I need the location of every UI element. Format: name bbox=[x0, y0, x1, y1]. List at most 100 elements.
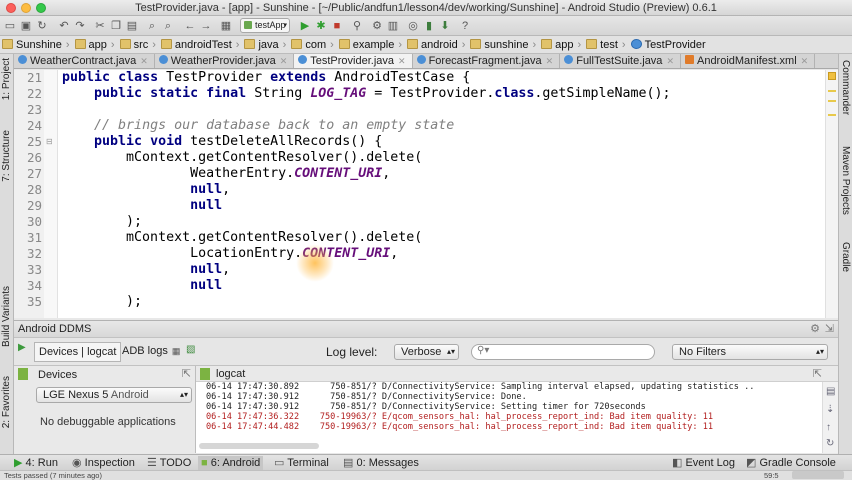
java-class-icon bbox=[158, 55, 168, 64]
close-window-button[interactable] bbox=[6, 3, 16, 13]
stop-icon[interactable]: ■ bbox=[330, 19, 344, 33]
tool-commander[interactable]: Commander bbox=[840, 60, 851, 115]
find-icon[interactable]: ⌕ bbox=[145, 19, 159, 33]
tool-inspection[interactable]: ◉ Inspection bbox=[72, 456, 135, 470]
sync-icon[interactable]: ↻ bbox=[35, 19, 49, 33]
save-icon[interactable]: ▣ bbox=[19, 19, 33, 33]
paste-icon[interactable]: ▤ bbox=[125, 19, 139, 33]
tool-structure[interactable]: 7: Structure bbox=[1, 130, 12, 182]
tab-full-test-suite[interactable]: FullTestSuite.java ✕ bbox=[560, 54, 681, 68]
tool-todo[interactable]: ☰ TODO bbox=[147, 456, 191, 470]
settings-icon[interactable]: ⚙ bbox=[370, 19, 384, 33]
close-icon[interactable]: ✕ bbox=[140, 56, 148, 66]
fold-marker-icon[interactable]: ⊟ bbox=[46, 137, 53, 146]
screen-capture-icon[interactable]: ▧ bbox=[186, 344, 195, 355]
trash-icon[interactable]: ▤ bbox=[826, 386, 835, 397]
cut-icon[interactable]: ✂ bbox=[93, 19, 107, 33]
breadcrumb-item[interactable]: android › bbox=[405, 36, 468, 53]
breadcrumb-item[interactable]: test › bbox=[584, 36, 628, 53]
breadcrumb-item[interactable]: example › bbox=[337, 36, 405, 53]
breadcrumb-item[interactable]: src › bbox=[118, 36, 159, 53]
tool-gradle[interactable]: Gradle bbox=[840, 242, 851, 272]
tool-maven-projects[interactable]: Maven Projects bbox=[840, 146, 851, 215]
scroll-to-end-icon[interactable]: ⇣ bbox=[826, 404, 834, 415]
minimize-window-button[interactable] bbox=[21, 3, 31, 13]
tool-build-variants[interactable]: Build Variants bbox=[1, 286, 12, 347]
sync-gradle-icon[interactable]: ◎ bbox=[406, 19, 420, 33]
tab-android-manifest[interactable]: AndroidManifest.xml ✕ bbox=[681, 54, 816, 68]
tab-weather-provider[interactable]: WeatherProvider.java ✕ bbox=[155, 54, 295, 68]
make-project-icon[interactable]: ▦ bbox=[219, 19, 233, 33]
attach-debugger-icon[interactable]: ⚲ bbox=[350, 19, 364, 33]
device-select[interactable]: LGE Nexus 5 Android ▴▾ bbox=[36, 387, 192, 403]
tool-run[interactable]: ▶ 4: Run bbox=[14, 456, 58, 470]
log-level-select[interactable]: Verbose ▴▾ bbox=[394, 344, 459, 360]
run-icon[interactable]: ▶ bbox=[298, 19, 312, 33]
tool-event-log[interactable]: ◧ Event Log bbox=[672, 456, 735, 470]
close-icon[interactable]: ✕ bbox=[801, 56, 809, 66]
close-icon[interactable]: ✕ bbox=[546, 56, 554, 66]
tab-devices-logcat[interactable]: Devices | logcat bbox=[34, 342, 122, 362]
open-folder-icon[interactable]: ▭ bbox=[3, 19, 17, 33]
editor-scrollbar[interactable] bbox=[825, 70, 838, 318]
log-search-input[interactable]: ⚲▾ bbox=[471, 344, 655, 360]
tab-weather-contract[interactable]: WeatherContract.java ✕ bbox=[14, 54, 155, 68]
undo-icon[interactable]: ↶ bbox=[57, 19, 71, 33]
inspection-icon: ◉ bbox=[72, 457, 82, 469]
run-configuration-select[interactable]: testApp ▾ bbox=[240, 18, 290, 33]
help-icon[interactable]: ? bbox=[458, 19, 472, 33]
redo-icon[interactable]: ↷ bbox=[73, 19, 87, 33]
up-icon[interactable]: ↑ bbox=[826, 422, 831, 433]
horizontal-scrollbar[interactable] bbox=[199, 443, 319, 449]
folder-icon bbox=[119, 39, 131, 49]
line-number: 27 bbox=[26, 166, 42, 181]
breadcrumb-item[interactable]: java › bbox=[242, 36, 289, 53]
chevron-down-icon: ▾ bbox=[283, 22, 287, 29]
tool-android[interactable]: ■ 6: Android bbox=[198, 456, 264, 470]
code-line: public void testDeleteAllRecords() { bbox=[94, 134, 383, 149]
close-icon[interactable]: ✕ bbox=[666, 56, 674, 66]
copy-icon[interactable]: ❐ bbox=[109, 19, 123, 33]
back-icon[interactable]: ← bbox=[183, 19, 197, 33]
zoom-window-button[interactable] bbox=[36, 3, 46, 13]
forward-icon[interactable]: → bbox=[199, 19, 213, 33]
tool-messages[interactable]: ▤ 0: Messages bbox=[343, 456, 419, 470]
breadcrumb-item[interactable]: Sunshine › bbox=[0, 36, 73, 53]
avd-manager-icon[interactable]: ▮ bbox=[422, 19, 436, 33]
main-toolbar: ▭ ▣ ↻ ↶ ↷ ✂ ❐ ▤ ⌕ ⌕ ← → ▦ testApp ▾ ▶ ✱ … bbox=[0, 16, 852, 36]
breadcrumb-item[interactable]: com › bbox=[289, 36, 336, 53]
close-icon[interactable]: ✕ bbox=[280, 56, 288, 66]
breadcrumb-item[interactable]: androidTest › bbox=[159, 36, 243, 53]
tab-forecast-fragment[interactable]: ForecastFragment.java ✕ bbox=[413, 54, 561, 68]
chevron-down-icon: ▴▾ bbox=[815, 347, 824, 356]
tool-project[interactable]: 1: Project bbox=[1, 58, 12, 100]
breadcrumb-item[interactable]: app › bbox=[73, 36, 118, 53]
log-filter-select[interactable]: No Filters ▴▾ bbox=[672, 344, 828, 360]
settings-icon[interactable]: ⚙ bbox=[810, 321, 820, 338]
line-number: 25 bbox=[26, 134, 42, 149]
breadcrumb-item[interactable]: TestProvider bbox=[629, 36, 709, 53]
sdk-manager-icon[interactable]: ⬇ bbox=[438, 19, 452, 33]
tab-test-provider[interactable]: TestProvider.java ✕ bbox=[294, 54, 413, 68]
android-device-icon bbox=[18, 368, 28, 380]
replace-icon[interactable]: ⌕ bbox=[161, 19, 175, 33]
breadcrumb-item[interactable]: app › bbox=[539, 36, 584, 53]
tab-adb-logs[interactable]: ADB logs ▦ bbox=[118, 342, 184, 362]
pin-icon[interactable]: ⇱ bbox=[813, 367, 822, 380]
breadcrumb-item[interactable]: sunshine › bbox=[468, 36, 539, 53]
code-line: WeatherEntry.CONTENT_URI, bbox=[62, 166, 391, 181]
close-icon[interactable]: ✕ bbox=[398, 56, 406, 66]
hide-panel-icon[interactable]: ⇲ bbox=[825, 321, 834, 338]
restart-icon[interactable]: ▶ bbox=[18, 342, 32, 356]
debug-icon[interactable]: ✱ bbox=[314, 19, 328, 33]
tool-terminal[interactable]: ▭ Terminal bbox=[274, 456, 329, 470]
pin-icon[interactable]: ⇱ bbox=[182, 367, 191, 380]
tool-gradle-console[interactable]: ◩ Gradle Console bbox=[746, 456, 836, 470]
caret-position[interactable]: 59:5 bbox=[764, 471, 779, 480]
memory-indicator[interactable] bbox=[792, 471, 844, 479]
log-line-error: 06-14 17:47:44.482 750-19963/? E/qcom_se… bbox=[206, 422, 714, 432]
project-structure-icon[interactable]: ▥ bbox=[386, 19, 400, 33]
restart-icon[interactable]: ↻ bbox=[826, 438, 834, 449]
code-editor[interactable]: public class TestProvider extends Androi… bbox=[58, 70, 825, 318]
tool-favorites[interactable]: 2: Favorites bbox=[1, 376, 12, 428]
